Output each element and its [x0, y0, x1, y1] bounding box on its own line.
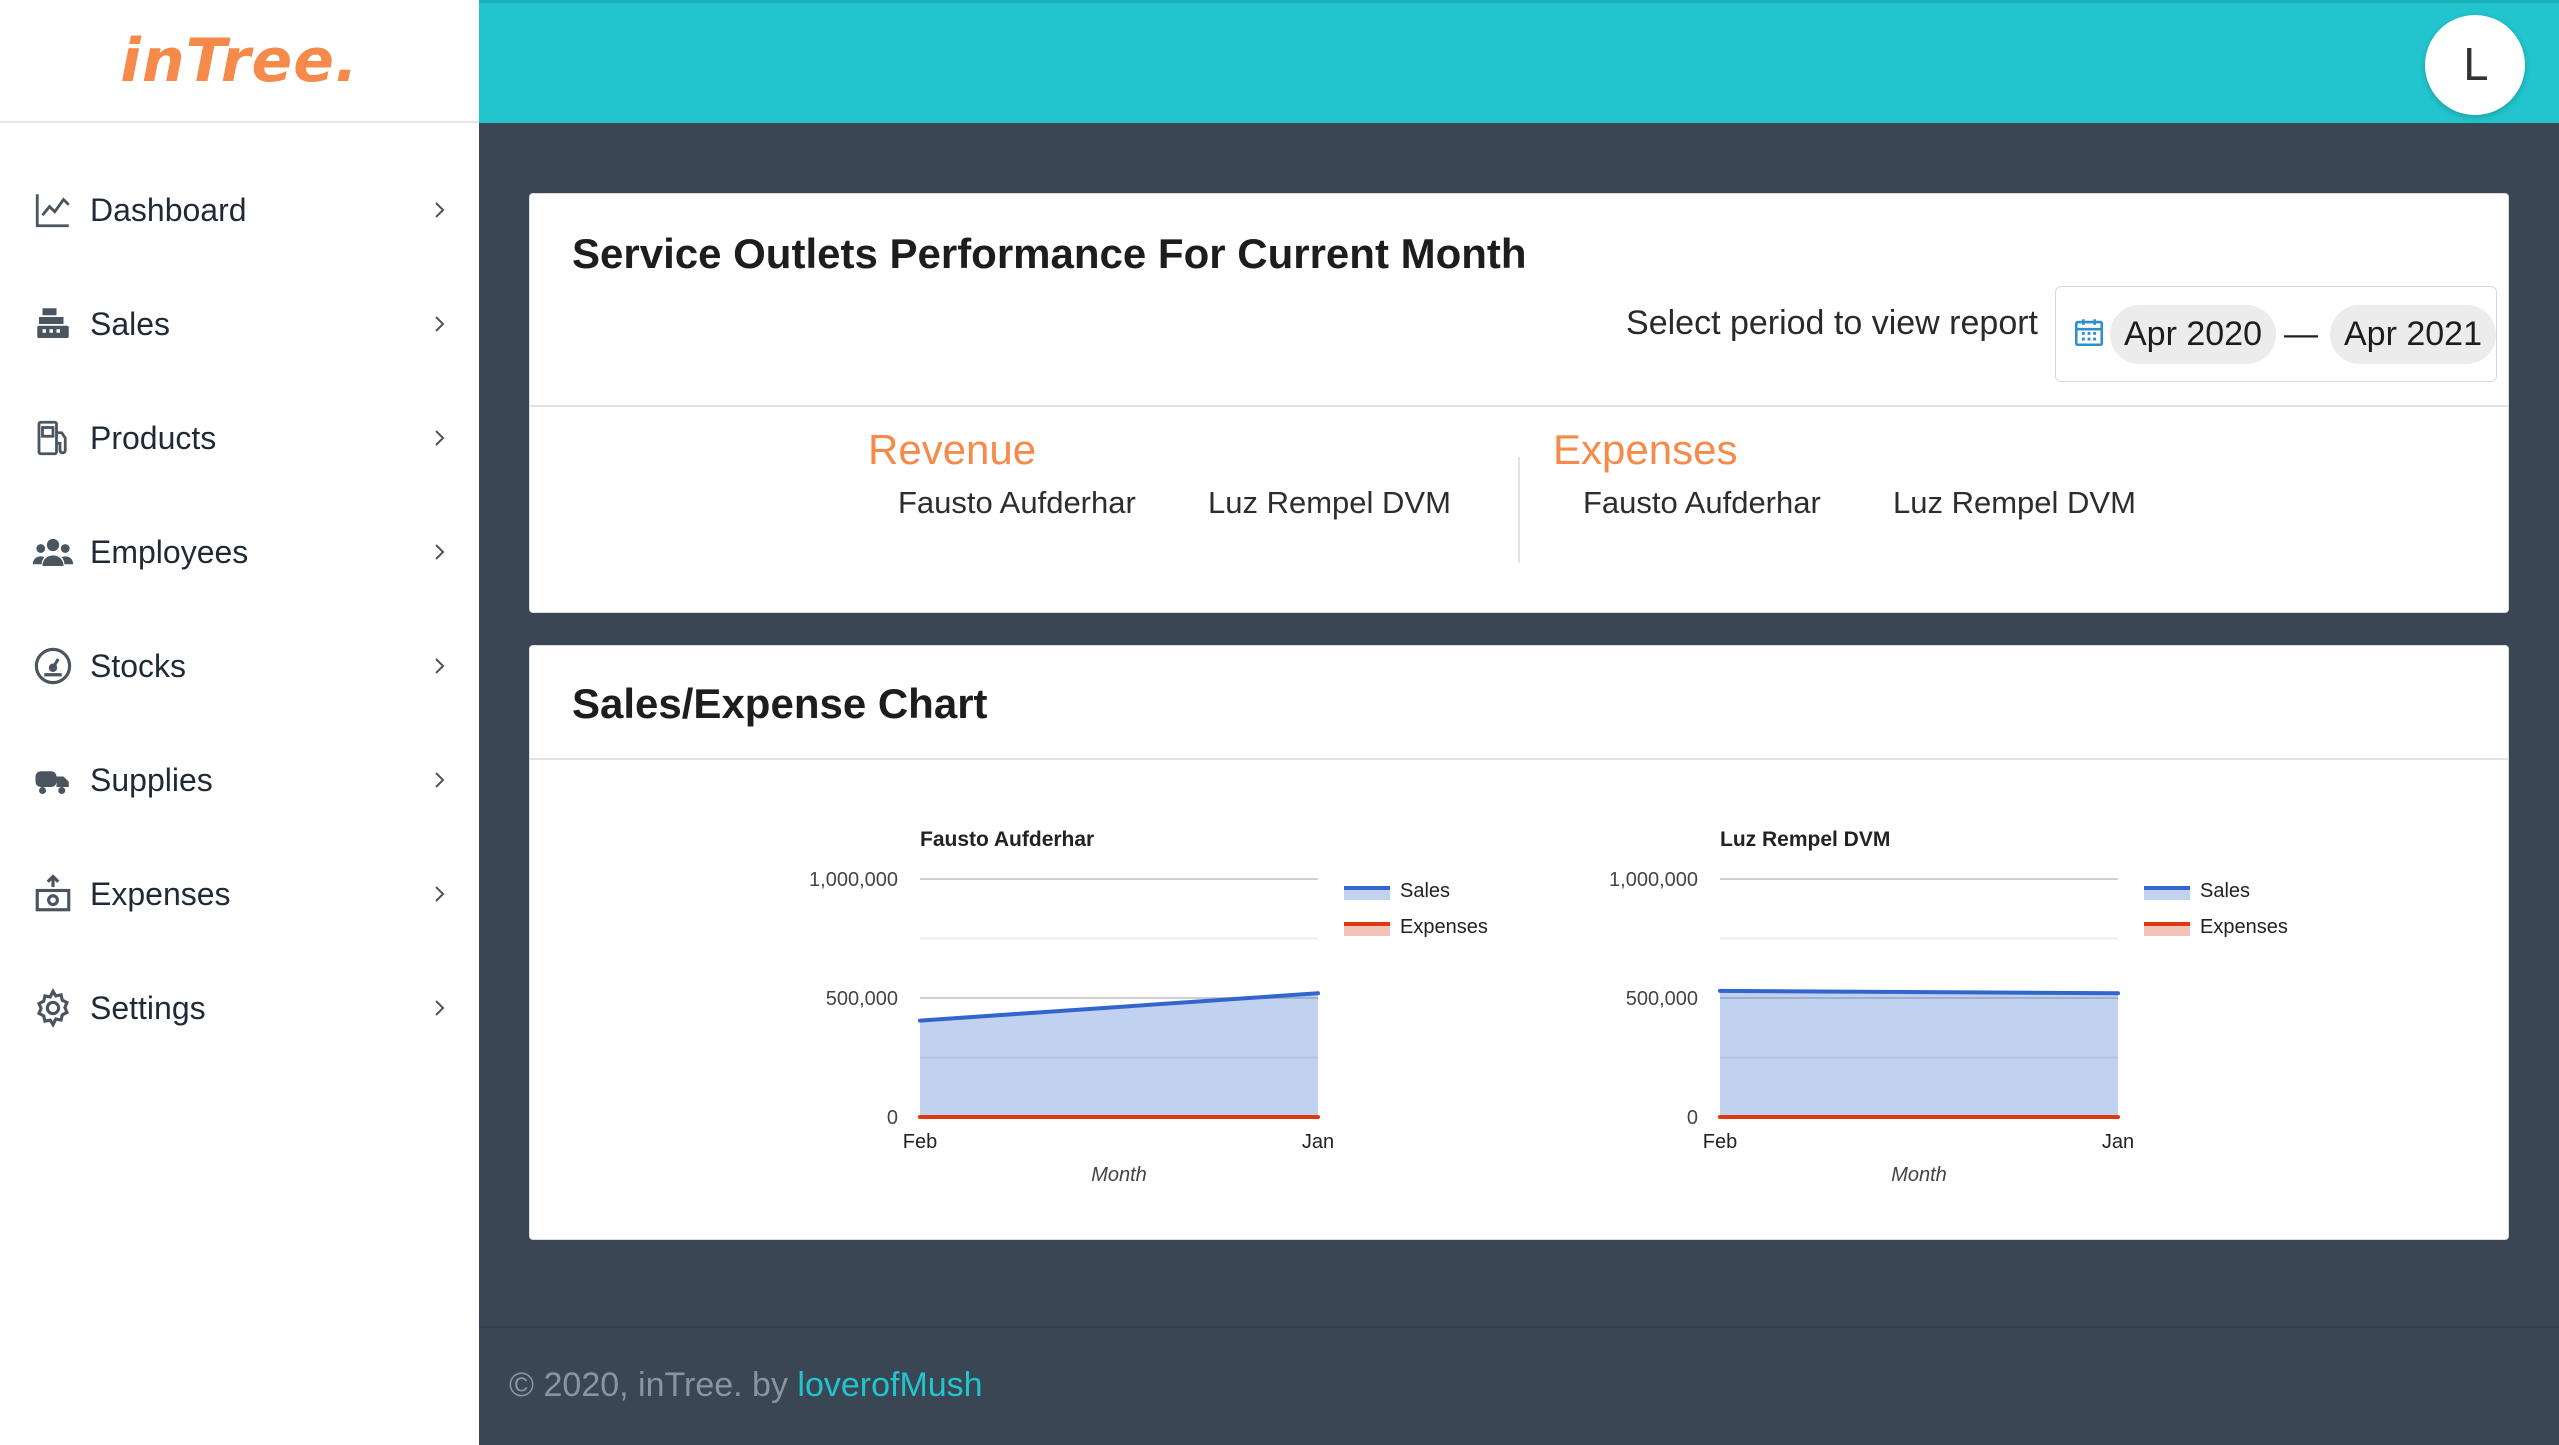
- revenue-title: Revenue: [868, 426, 1037, 473]
- footer: © 2020, inTree. by loverofMush: [509, 1366, 983, 1405]
- legend-label: Sales: [1400, 880, 1450, 902]
- performance-card: Service Outlets Performance For Current …: [529, 193, 2509, 613]
- calendar-icon: [2072, 315, 2106, 354]
- y-tick-label: 1,000,000: [1609, 869, 1698, 891]
- sidebar-item-label: Stocks: [90, 647, 187, 684]
- chevron-right-icon: [435, 202, 445, 218]
- legend-label: Sales: [2200, 880, 2250, 902]
- y-tick-label: 500,000: [826, 988, 898, 1010]
- series-line-sales: [1719, 988, 2119, 996]
- chevron-right-icon: [435, 316, 445, 332]
- sidebar-item-label: Dashboard: [90, 191, 247, 228]
- charts-container: Fausto Aufderhar 0 500,000 1,000,000 Feb Jan M…: [809, 828, 2288, 1186]
- y-tick-label: 1,000,000: [809, 869, 898, 891]
- revenue-section: Revenue Fausto Aufderhar Luz Rempel DVM: [868, 426, 1451, 520]
- chart-card: Sales/Expense Chart Fausto Aufderhar 0 500…: [529, 645, 2509, 1240]
- sidebar-item-dashboard[interactable]: Dashboard: [0, 153, 479, 267]
- sidebar-item-label: Expenses: [90, 875, 231, 912]
- sidebar-nav: Dashboard Sales Products Employees Stock…: [0, 123, 479, 1065]
- footer-author-link[interactable]: loverofMush: [797, 1366, 982, 1404]
- sidebar: inTree. Dashboard Sales Products Employe…: [0, 0, 479, 1445]
- footer-divider: [479, 1326, 2559, 1328]
- data-point: [1718, 988, 1722, 993]
- area-fill-sales: [1720, 990, 2118, 1117]
- users-icon: [30, 529, 76, 575]
- data-point: [1718, 1115, 1722, 1119]
- top-bar: L: [479, 0, 2559, 123]
- truck-icon: [30, 757, 76, 803]
- chevron-right-icon: [435, 886, 445, 902]
- expenses-title: Expenses: [1553, 426, 1738, 473]
- x-tick-label: Feb: [1703, 1131, 1737, 1153]
- data-point: [2116, 991, 2120, 996]
- sidebar-item-label: Sales: [90, 305, 171, 342]
- x-tick-label: Jan: [1302, 1131, 1334, 1153]
- performance-title: Service Outlets Performance For Current …: [572, 230, 1527, 277]
- sidebar-item-expenses[interactable]: Expenses: [0, 837, 479, 951]
- y-tick-label: 500,000: [1626, 988, 1698, 1010]
- sidebar-item-supplies[interactable]: Supplies: [0, 723, 479, 837]
- y-tick-label: 0: [887, 1107, 898, 1129]
- sidebar-item-products[interactable]: Products: [0, 381, 479, 495]
- chevron-right-icon: [435, 658, 445, 674]
- period-picker[interactable]: Apr 2020 — Apr 2021: [2055, 286, 2497, 382]
- data-point: [1316, 1115, 1320, 1119]
- chevron-right-icon: [435, 772, 445, 788]
- sidebar-item-label: Supplies: [90, 761, 213, 798]
- legend-label: Expenses: [2200, 916, 2288, 938]
- logo-container: inTree.: [0, 0, 479, 123]
- cash-register-icon: [30, 301, 76, 347]
- chevron-right-icon: [435, 544, 445, 560]
- expenses-outlet-name: Fausto Aufderhar: [1583, 485, 1821, 520]
- period-separator: —: [2284, 314, 2318, 353]
- x-tick-label: Jan: [2102, 1131, 2134, 1153]
- sidebar-item-label: Employees: [90, 533, 249, 570]
- revenue-outlet-name: Luz Rempel DVM: [1208, 485, 1451, 520]
- section-divider: [1518, 457, 1520, 563]
- area-fill-sales: [920, 993, 1318, 1117]
- chevron-right-icon: [435, 430, 445, 446]
- expenses-outlet-name: Luz Rempel DVM: [1893, 485, 2136, 520]
- x-tick-label: Feb: [903, 1131, 937, 1153]
- x-axis-title: Month: [1891, 1164, 1947, 1186]
- card-divider: [530, 405, 2508, 407]
- expenses-section: Expenses Fausto Aufderhar Luz Rempel DVM: [1553, 426, 2136, 520]
- fuel-pump-icon: [30, 415, 76, 461]
- chart-title: Luz Rempel DVM: [1720, 828, 1890, 851]
- brand-logo[interactable]: inTree.: [120, 26, 358, 96]
- sidebar-item-stocks[interactable]: Stocks: [0, 609, 479, 723]
- data-point: [2116, 1115, 2120, 1119]
- line-chart-icon: [30, 187, 76, 233]
- data-point: [1316, 991, 1320, 996]
- revenue-outlet-name: Fausto Aufderhar: [898, 485, 1136, 520]
- y-tick-label: 0: [1687, 1107, 1698, 1129]
- period-end-input[interactable]: Apr 2021: [2330, 304, 2496, 364]
- data-point: [918, 1018, 922, 1023]
- sidebar-item-employees[interactable]: Employees: [0, 495, 479, 609]
- period-start-input[interactable]: Apr 2020: [2110, 304, 2276, 364]
- money-icon: [30, 871, 76, 917]
- chart-title: Fausto Aufderhar: [920, 828, 1094, 851]
- footer-text: © 2020, inTree. by: [509, 1366, 798, 1404]
- sidebar-item-label: Products: [90, 419, 217, 456]
- gear-icon: [30, 985, 76, 1031]
- period-label: Select period to view report: [1626, 304, 2038, 342]
- sidebar-item-label: Settings: [90, 989, 206, 1026]
- legend-label: Expenses: [1400, 916, 1488, 938]
- x-axis-title: Month: [1091, 1164, 1147, 1186]
- gauge-icon: [30, 643, 76, 689]
- sidebar-item-sales[interactable]: Sales: [0, 267, 479, 381]
- data-point: [918, 1115, 922, 1119]
- chevron-right-icon: [435, 1000, 445, 1016]
- user-avatar[interactable]: L: [2425, 15, 2525, 115]
- sidebar-item-settings[interactable]: Settings: [0, 951, 479, 1065]
